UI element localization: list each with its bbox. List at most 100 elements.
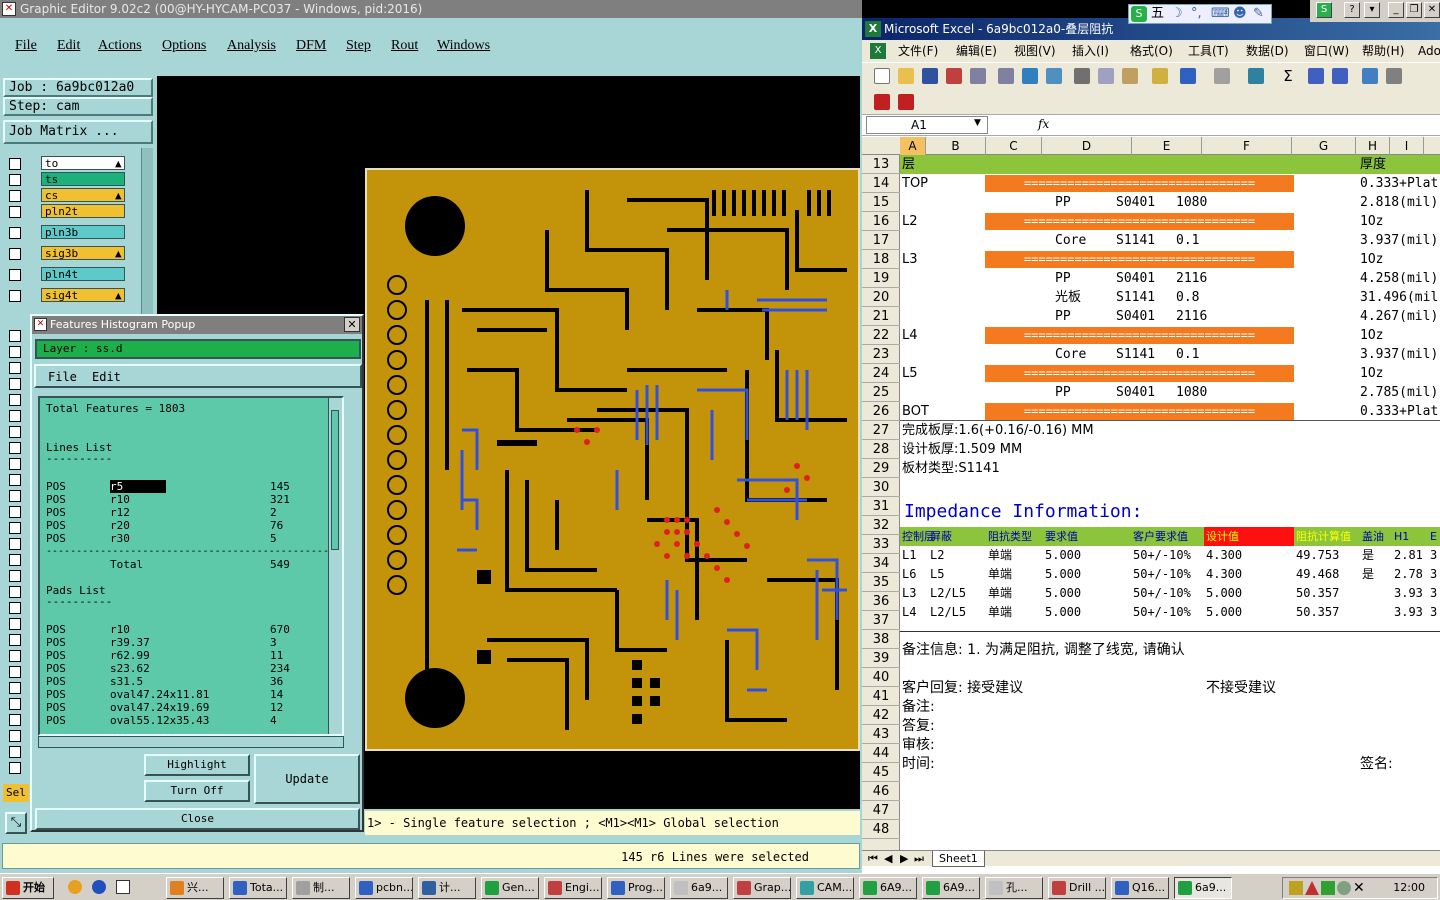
impedance-header-cell[interactable]: 盖油 (1362, 527, 1384, 546)
cell-dielectric-f[interactable]: 1080 (1176, 383, 1207, 402)
layer-checkbox[interactable] (9, 554, 21, 566)
last-sheet-icon[interactable]: ⏭ (914, 851, 924, 867)
cell-thickness[interactable]: 0.333+Plat (1360, 402, 1438, 421)
layer-checkbox[interactable] (9, 490, 21, 502)
layer-checkbox[interactable] (9, 248, 21, 260)
list-item[interactable]: POS s31.5 36 (46, 675, 296, 688)
list-horizontal-scrollbar[interactable] (38, 736, 344, 748)
taskbar-button[interactable]: Gen... (481, 877, 539, 899)
cell-design-thickness[interactable]: 设计板厚:1.509 MM (902, 440, 1022, 459)
impedance-cell[interactable]: 5.000 (1206, 603, 1242, 622)
quicklaunch-desktop-icon[interactable] (116, 880, 130, 894)
layer-checkbox[interactable] (9, 346, 21, 358)
taskbar-button[interactable]: 6A9... (859, 877, 917, 899)
quicklaunch-clock-icon[interactable] (68, 880, 82, 894)
row-header[interactable]: 16 (862, 212, 900, 231)
impedance-cell[interactable]: 3.93 (1394, 584, 1423, 603)
cell-material[interactable]: 板材类型:S1141 (902, 459, 1000, 478)
taskbar-button[interactable]: 计... (418, 877, 476, 899)
impedance-cell[interactable]: 单端 (988, 584, 1012, 603)
layer-checkbox[interactable] (9, 290, 21, 302)
menu-file[interactable]: File (15, 38, 37, 54)
job-matrix-button[interactable]: Job Matrix ... (3, 120, 153, 144)
cell-thickness[interactable]: 3.937(mil) (1360, 231, 1438, 250)
sort-ascending-icon[interactable] (1308, 68, 1324, 84)
row-header[interactable]: 36 (862, 592, 900, 611)
prev-sheet-icon[interactable]: ◀ (884, 851, 892, 867)
cut-icon[interactable] (1074, 68, 1090, 84)
menu-help[interactable]: 帮助(H) (1362, 40, 1404, 62)
layer-checkbox[interactable] (9, 227, 21, 239)
cell-dielectric-f[interactable]: 2116 (1176, 269, 1207, 288)
menu-insert[interactable]: 插入(I) (1072, 40, 1109, 62)
layer-checkbox[interactable] (9, 330, 21, 342)
row-header[interactable]: 26 (862, 402, 900, 421)
impedance-cell[interactable]: 单端 (988, 565, 1012, 584)
row-header[interactable]: 30 (862, 478, 900, 497)
layer-row[interactable]: pln4t (3, 267, 153, 283)
row-header[interactable]: 15 (862, 193, 900, 212)
col-header-f[interactable]: F (1202, 137, 1292, 155)
new-icon[interactable] (874, 68, 890, 84)
cell-layer-name[interactable]: TOP (902, 174, 928, 193)
layer-name[interactable]: sig4t (41, 288, 125, 302)
row-header[interactable]: 25 (862, 383, 900, 402)
punctuation-icon[interactable]: °, (1191, 5, 1202, 23)
quicklaunch-ie-icon[interactable] (92, 880, 106, 894)
layer-name[interactable]: to (41, 156, 125, 170)
wrench-icon[interactable]: ✎ (1253, 5, 1264, 23)
layer-checkbox[interactable] (9, 394, 21, 406)
start-button[interactable]: 开始 (2, 877, 54, 899)
impedance-cell[interactable]: 5.000 (1206, 584, 1242, 603)
impedance-cell[interactable]: L2/L5 (930, 603, 966, 622)
cell-customer-reply[interactable]: 客户回复: 接受建议 (902, 679, 1023, 698)
layer-name[interactable]: pln3b (41, 225, 125, 239)
minimize-icon[interactable]: _ (1388, 2, 1404, 18)
impedance-header-cell[interactable]: E (1430, 527, 1437, 546)
row-header[interactable]: 18 (862, 250, 900, 269)
help-icon[interactable]: ? (1344, 2, 1360, 18)
cell-thickness[interactable]: 3.937(mil) (1360, 345, 1438, 364)
taskbar-button[interactable]: Q16... (1111, 877, 1169, 899)
spelling-icon[interactable] (1022, 68, 1038, 84)
layer-checkbox[interactable] (9, 730, 21, 742)
cell-dielectric-d[interactable]: Core (1055, 231, 1086, 250)
namebox-dropdown-icon[interactable]: ▼ (974, 118, 981, 128)
next-sheet-icon[interactable]: ▶ (900, 851, 908, 867)
list-item[interactable]: POS oval47.24x11.81 14 (46, 688, 296, 701)
layer-checkbox[interactable] (9, 206, 21, 218)
taskbar-button[interactable]: 制... (292, 877, 350, 899)
row-header[interactable]: 21 (862, 307, 900, 326)
layer-checkbox[interactable] (9, 650, 21, 662)
menu-tools[interactable]: 工具(T) (1188, 40, 1229, 62)
menu-options[interactable]: Options (162, 38, 206, 54)
paste-icon[interactable] (1122, 68, 1138, 84)
cell-dielectric-d[interactable]: Core (1055, 345, 1086, 364)
impedance-header-cell[interactable]: H1 (1394, 527, 1409, 546)
impedance-cell[interactable]: L1 (902, 546, 916, 565)
ime-toolbar[interactable]: S 五 ☽ °, ⌨ ☻ ✎ (1128, 4, 1272, 24)
row-header[interactable]: 13 (862, 155, 900, 174)
row-header[interactable]: 23 (862, 345, 900, 364)
cell-dielectric-d[interactable]: PP (1055, 383, 1071, 402)
row-header[interactable]: 37 (862, 611, 900, 630)
cell-audit[interactable]: 审核: (902, 736, 935, 755)
cell-dielectric-f[interactable]: 1080 (1176, 193, 1207, 212)
dropdown-icon[interactable]: ▾ (1364, 2, 1380, 18)
pdf-email-icon[interactable] (898, 94, 914, 110)
scrollbar-thumb[interactable] (331, 410, 339, 550)
menu-format[interactable]: 格式(O) (1130, 40, 1173, 62)
tray-network-icon[interactable] (1337, 881, 1351, 895)
row-header[interactable]: 47 (862, 801, 900, 820)
taskbar-button[interactable]: 6a9... (670, 877, 728, 899)
impedance-cell[interactable]: 5.000 (1045, 603, 1081, 622)
restore-icon[interactable]: ❐ (1406, 2, 1422, 18)
popup-menu-file[interactable]: File (48, 370, 77, 384)
taskbar-button[interactable]: Prog... (607, 877, 665, 899)
layer-name[interactable]: pln4t (41, 267, 125, 281)
impedance-cell[interactable]: 50.357 (1296, 584, 1339, 603)
row-header[interactable]: 27 (862, 421, 900, 440)
layer-checkbox[interactable] (9, 378, 21, 390)
impedance-cell[interactable]: 是 (1362, 546, 1374, 565)
close-window-icon[interactable]: ✕ (1424, 2, 1440, 18)
